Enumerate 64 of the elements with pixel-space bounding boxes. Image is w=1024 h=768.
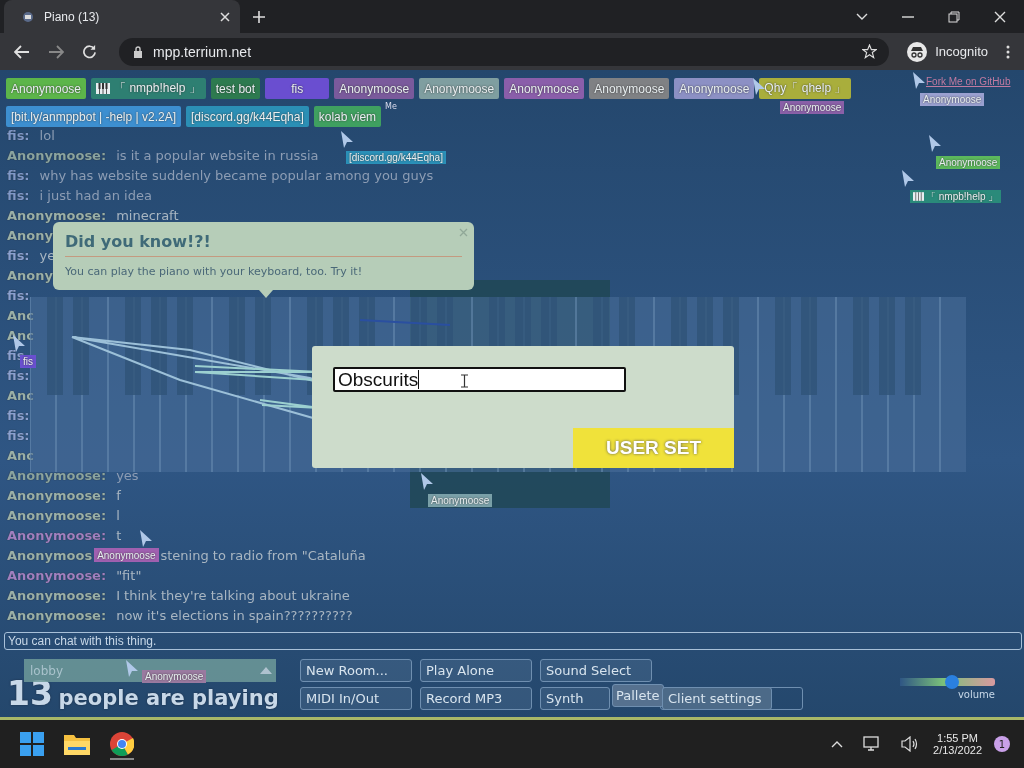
cursor-label: [discord.gg/k44Eqha] [346, 151, 446, 164]
chat-username: fis: [7, 247, 30, 263]
user-name: Anonymoose [11, 81, 82, 96]
chat-message: "fit" [116, 567, 142, 583]
chat-username: Anony [7, 227, 53, 243]
cursor-label: Anonymoose [936, 156, 1001, 169]
user-name: Anonymoose [509, 81, 580, 96]
chat-username: Anonymoose: [7, 147, 107, 163]
cursor-label: fis [20, 355, 36, 368]
user-name: Anonymoose [679, 81, 750, 96]
chat-message: why has website suddenly became popular among you guys [39, 167, 434, 183]
tab-title: Piano (13) [44, 9, 101, 24]
chat-message: I think they're talking about ukraine [116, 587, 350, 603]
chat-username: Anc [7, 447, 35, 463]
cursor-label: Anonymoose [428, 494, 493, 507]
chat-message: now it's elections in spain?????????? [116, 607, 353, 623]
cursor-label: Anonymoose [920, 93, 985, 106]
chat-username: Anonymoos [7, 547, 93, 563]
user-name: kolab viem [318, 109, 377, 124]
user-name: Anonymoose [594, 81, 665, 96]
chat-message: f [116, 487, 121, 503]
user-name: Anonymoose [424, 81, 495, 96]
user-name: Qhy「 qhelp 」 [764, 80, 847, 97]
chat-username: fis: [7, 127, 30, 143]
user-name: [bit.ly/anmppbot | -help | v2.2A] [11, 109, 176, 124]
chat-username: Anonymoose: [7, 587, 107, 603]
player-count-label: people are playing [58, 686, 279, 710]
tip-text: You can play the piano with your keyboard, too. Try it! [65, 265, 364, 278]
chat-username: Anonymoose: [7, 567, 107, 583]
chat-message: stening to radio from "Cataluña [160, 547, 366, 563]
chat-username: Anonymoose: [7, 507, 107, 523]
chat-message: lol [39, 127, 55, 143]
chat-username: Anc [7, 387, 35, 403]
cursor-label: Anonymoose [780, 101, 845, 114]
chat-username: fis: [7, 167, 30, 183]
chat-username: fis: [7, 407, 30, 423]
cursor-label: Anonymoose [142, 670, 207, 683]
tip-title: Did you know!?! [65, 232, 462, 257]
user-name: Anonymoose [339, 81, 410, 96]
me-label: Me [385, 102, 397, 111]
chat-message: l [116, 507, 120, 523]
volume-label: volume [956, 689, 995, 700]
chat-username: fis: [7, 427, 30, 443]
cursor-label: Anonymoose [94, 548, 159, 562]
chat-username: fis: [7, 187, 30, 203]
chat-message: is it a popular website in russia [116, 147, 319, 163]
chat-username: Anc [7, 307, 35, 323]
cursor-label: 「 nmpb!help 」 [910, 190, 1002, 203]
chat-message: minecraft [116, 207, 179, 223]
chat-message: t [116, 527, 122, 543]
chat-username: Anonymoose: [7, 207, 107, 223]
user-name: 「 nmpb!help 」 [114, 80, 201, 97]
user-name: fis [291, 81, 304, 96]
chat-username: Anonymoose: [7, 487, 107, 503]
chat-username: Anonymoose: [7, 467, 107, 483]
chat-username: Anonymoose: [7, 607, 107, 623]
chat-username: Anony [7, 267, 53, 283]
chat-username: fis: [7, 367, 30, 383]
chat-username: Anonymoose: [7, 527, 107, 543]
chat-message: i just had an idea [39, 187, 152, 203]
user-name: [discord.gg/k44Eqha] [191, 109, 304, 124]
chat-message: yes [116, 467, 139, 483]
user-name: test bot [215, 81, 256, 96]
chat-username: fis: [7, 287, 30, 303]
